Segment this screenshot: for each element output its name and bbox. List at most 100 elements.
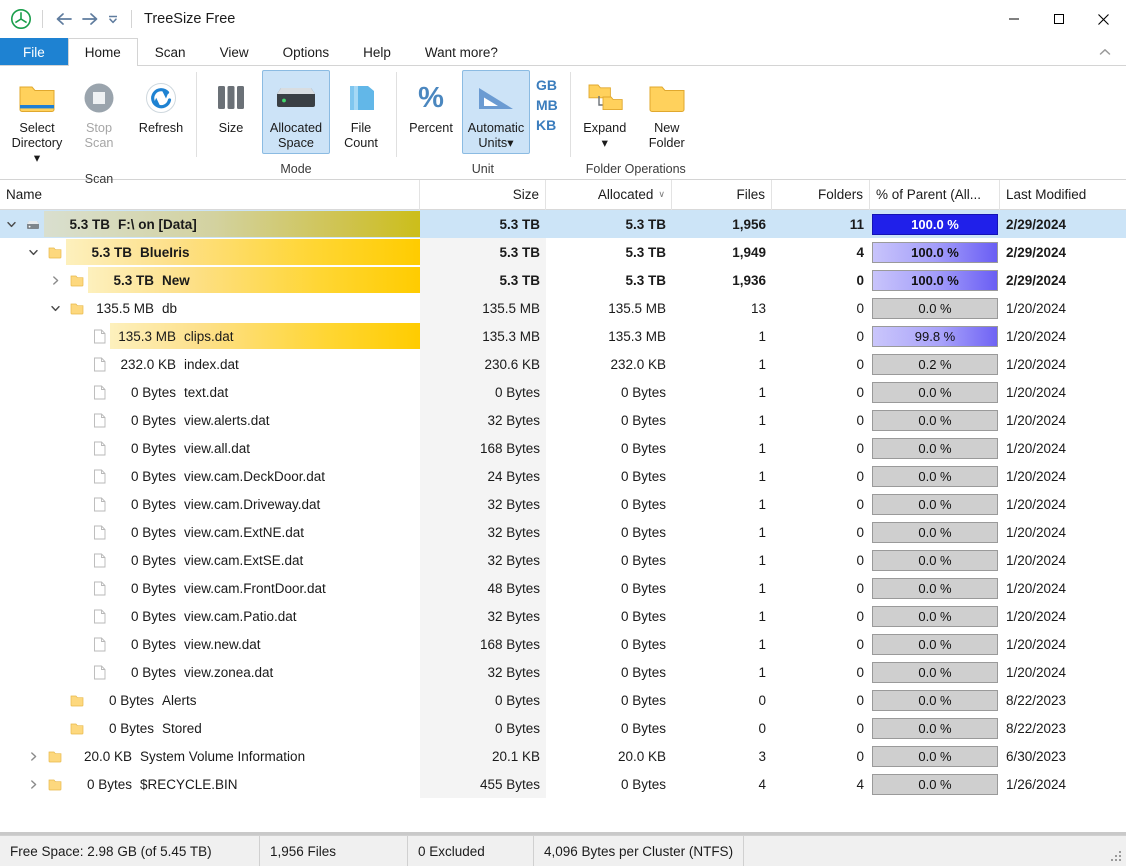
- grid-body[interactable]: 5.3 TB F:\ on [Data] 5.3 TB 5.3 TB 1,956 11 10…: [0, 210, 1126, 832]
- cell-name[interactable]: 232.0 KB index.dat: [0, 350, 420, 378]
- automatic-units-button[interactable]: Automatic Units ▾: [462, 70, 530, 154]
- table-row[interactable]: 0 Bytes view.cam.FrontDoor.dat 48 Bytes 0 B…: [0, 574, 1126, 602]
- new-folder-button[interactable]: New Folder: [636, 70, 698, 154]
- tab-view[interactable]: View: [203, 38, 266, 65]
- cell-name[interactable]: 0 Bytes view.cam.Driveway.dat: [0, 490, 420, 518]
- cell-folders: 0: [856, 720, 864, 736]
- table-row[interactable]: 0 Bytes view.cam.ExtNE.dat 32 Bytes 0 Bytes…: [0, 518, 1126, 546]
- select-directory-button[interactable]: Select Directory ▾: [6, 70, 68, 169]
- file-icon: [88, 441, 110, 456]
- cell-name[interactable]: 0 Bytes view.cam.DeckDoor.dat: [0, 462, 420, 490]
- table-row[interactable]: 0 Bytes Stored 0 Bytes 0 Bytes 0 0 0.0 % 8/22/2…: [0, 714, 1126, 742]
- table-row[interactable]: 0 Bytes view.zonea.dat 32 Bytes 0 Bytes 1 0 0.…: [0, 658, 1126, 686]
- tab-options[interactable]: Options: [266, 38, 347, 65]
- table-row[interactable]: 5.3 TB BlueIris 5.3 TB 5.3 TB 1,949 4 100.0 % 2…: [0, 238, 1126, 266]
- row-name-label: view.cam.FrontDoor.dat: [184, 580, 326, 596]
- column-header-allocated[interactable]: Allocated ∨: [546, 180, 672, 210]
- unit-option-mb[interactable]: MB: [536, 98, 558, 112]
- percent-bar: 0.0 %: [872, 577, 998, 599]
- resize-grip-icon[interactable]: [1110, 850, 1123, 863]
- column-header--of-parent-all[interactable]: % of Parent (All...: [870, 180, 1000, 210]
- cell-name[interactable]: 135.3 MB clips.dat: [0, 322, 420, 350]
- cell-name[interactable]: 0 Bytes view.cam.Patio.dat: [0, 602, 420, 630]
- tree-toggle-right-icon[interactable]: [22, 751, 44, 762]
- table-row[interactable]: 0 Bytes $RECYCLE.BIN 455 Bytes 0 Bytes 4 4 0.0…: [0, 770, 1126, 798]
- column-header-files[interactable]: Files: [672, 180, 772, 210]
- cell-name[interactable]: 0 Bytes view.cam.FrontDoor.dat: [0, 574, 420, 602]
- status-bar: Free Space: 2.98 GB (of 5.45 TB) 1,956 F…: [0, 835, 1126, 866]
- cell-name[interactable]: 20.0 KB System Volume Information: [0, 742, 420, 770]
- unit-option-gb[interactable]: GB: [536, 78, 558, 92]
- table-row[interactable]: 0 Bytes Alerts 0 Bytes 0 Bytes 0 0 0.0 % 8/22/2…: [0, 686, 1126, 714]
- column-header-size[interactable]: Size: [420, 180, 546, 210]
- table-row[interactable]: 0 Bytes view.alerts.dat 32 Bytes 0 Bytes 1 0 0…: [0, 406, 1126, 434]
- cell-folders: 0: [856, 496, 864, 512]
- quick-access-dropdown-icon[interactable]: [103, 6, 123, 32]
- cell-last-modified: 1/20/2024: [1006, 608, 1067, 624]
- table-row[interactable]: 135.5 MB db 135.5 MB 135.5 MB 13 0 0.0 % 1/20/2…: [0, 294, 1126, 322]
- percent-unit-button[interactable]: % Percent: [400, 70, 462, 152]
- cell-name[interactable]: 0 Bytes text.dat: [0, 378, 420, 406]
- table-row[interactable]: 232.0 KB index.dat 230.6 KB 232.0 KB 1 0 0.2 %…: [0, 350, 1126, 378]
- cell-name[interactable]: 0 Bytes view.alerts.dat: [0, 406, 420, 434]
- ribbon-collapse-chevron-icon[interactable]: [1090, 38, 1120, 66]
- expand-button[interactable]: Expand ▾: [574, 70, 636, 154]
- tree-toggle-down-icon[interactable]: [22, 247, 44, 258]
- unit-option-kb[interactable]: KB: [536, 118, 558, 132]
- cell-name[interactable]: 0 Bytes view.cam.ExtNE.dat: [0, 518, 420, 546]
- table-row[interactable]: 5.3 TB New 5.3 TB 5.3 TB 1,936 0 100.0 % 2/29/2…: [0, 266, 1126, 294]
- cell-size: 32 Bytes: [420, 406, 546, 434]
- tree-toggle-right-icon[interactable]: [44, 275, 66, 286]
- refresh-button[interactable]: Refresh: [130, 70, 192, 152]
- cell-allocated: 0 Bytes: [620, 496, 666, 512]
- cell-name[interactable]: 0 Bytes view.cam.ExtSE.dat: [0, 546, 420, 574]
- file-count-mode-button[interactable]: File Count: [330, 70, 392, 154]
- tab-want-more[interactable]: Want more?: [408, 38, 515, 65]
- tab-file[interactable]: File: [0, 38, 68, 65]
- close-button[interactable]: [1081, 0, 1126, 38]
- table-row[interactable]: 20.0 KB System Volume Information 20.1 KB 2…: [0, 742, 1126, 770]
- table-row[interactable]: 0 Bytes view.cam.Driveway.dat 32 Bytes 0 By…: [0, 490, 1126, 518]
- size-mode-button[interactable]: Size: [200, 70, 262, 152]
- cell-name[interactable]: 0 Bytes $RECYCLE.BIN: [0, 770, 420, 798]
- tab-scan[interactable]: Scan: [138, 38, 203, 65]
- cell-name[interactable]: 135.5 MB db: [0, 294, 420, 322]
- back-arrow-icon[interactable]: [51, 6, 77, 32]
- cell-name[interactable]: 0 Bytes view.all.dat: [0, 434, 420, 462]
- cell-name[interactable]: 0 Bytes view.new.dat: [0, 630, 420, 658]
- cell-name[interactable]: 0 Bytes Alerts: [0, 686, 420, 714]
- tab-help[interactable]: Help: [346, 38, 408, 65]
- sort-descending-chevron-icon[interactable]: ∨: [658, 189, 665, 200]
- cell-size: 32 Bytes: [420, 658, 546, 686]
- cell-name[interactable]: 5.3 TB BlueIris: [0, 238, 420, 266]
- allocated-space-mode-button[interactable]: Allocated Space: [262, 70, 330, 154]
- column-header-last-modified[interactable]: Last Modified: [1000, 180, 1126, 210]
- table-row[interactable]: 5.3 TB F:\ on [Data] 5.3 TB 5.3 TB 1,956 11 10…: [0, 210, 1126, 238]
- row-size-label: 135.5 MB: [96, 300, 154, 316]
- treesize-logo-icon: [8, 6, 34, 32]
- select-directory-caret-icon[interactable]: ▾: [34, 151, 40, 166]
- table-row[interactable]: 0 Bytes view.cam.DeckDoor.dat 24 Bytes 0 By…: [0, 462, 1126, 490]
- tab-home[interactable]: Home: [67, 38, 138, 66]
- table-row[interactable]: 0 Bytes text.dat 0 Bytes 0 Bytes 1 0 0.0 % 1/20…: [0, 378, 1126, 406]
- table-row[interactable]: 0 Bytes view.new.dat 168 Bytes 0 Bytes 1 0 0.0…: [0, 630, 1126, 658]
- cell-name[interactable]: 0 Bytes Stored: [0, 714, 420, 742]
- expand-caret-icon[interactable]: ▾: [602, 136, 608, 151]
- minimize-button[interactable]: [991, 0, 1036, 38]
- cell-name[interactable]: 5.3 TB F:\ on [Data]: [0, 210, 420, 238]
- cell-name[interactable]: 0 Bytes view.zonea.dat: [0, 658, 420, 686]
- automatic-units-caret-icon[interactable]: ▾: [507, 136, 513, 151]
- table-row[interactable]: 0 Bytes view.all.dat 168 Bytes 0 Bytes 1 0 0.0…: [0, 434, 1126, 462]
- forward-arrow-icon[interactable]: [77, 6, 103, 32]
- table-row[interactable]: 0 Bytes view.cam.ExtSE.dat 32 Bytes 0 Bytes…: [0, 546, 1126, 574]
- tree-toggle-down-icon[interactable]: [44, 303, 66, 314]
- table-row[interactable]: 0 Bytes view.cam.Patio.dat 32 Bytes 0 Bytes…: [0, 602, 1126, 630]
- cell-name[interactable]: 5.3 TB New: [0, 266, 420, 294]
- maximize-button[interactable]: [1036, 0, 1081, 38]
- table-row[interactable]: 135.3 MB clips.dat 135.3 MB 135.3 MB 1 0 99.8 …: [0, 322, 1126, 350]
- column-header-folders[interactable]: Folders: [772, 180, 870, 210]
- cell-folders: 11: [849, 216, 864, 232]
- tree-toggle-down-icon[interactable]: [0, 219, 22, 230]
- tree-toggle-right-icon[interactable]: [22, 779, 44, 790]
- stop-scan-button[interactable]: Stop Scan: [68, 70, 130, 154]
